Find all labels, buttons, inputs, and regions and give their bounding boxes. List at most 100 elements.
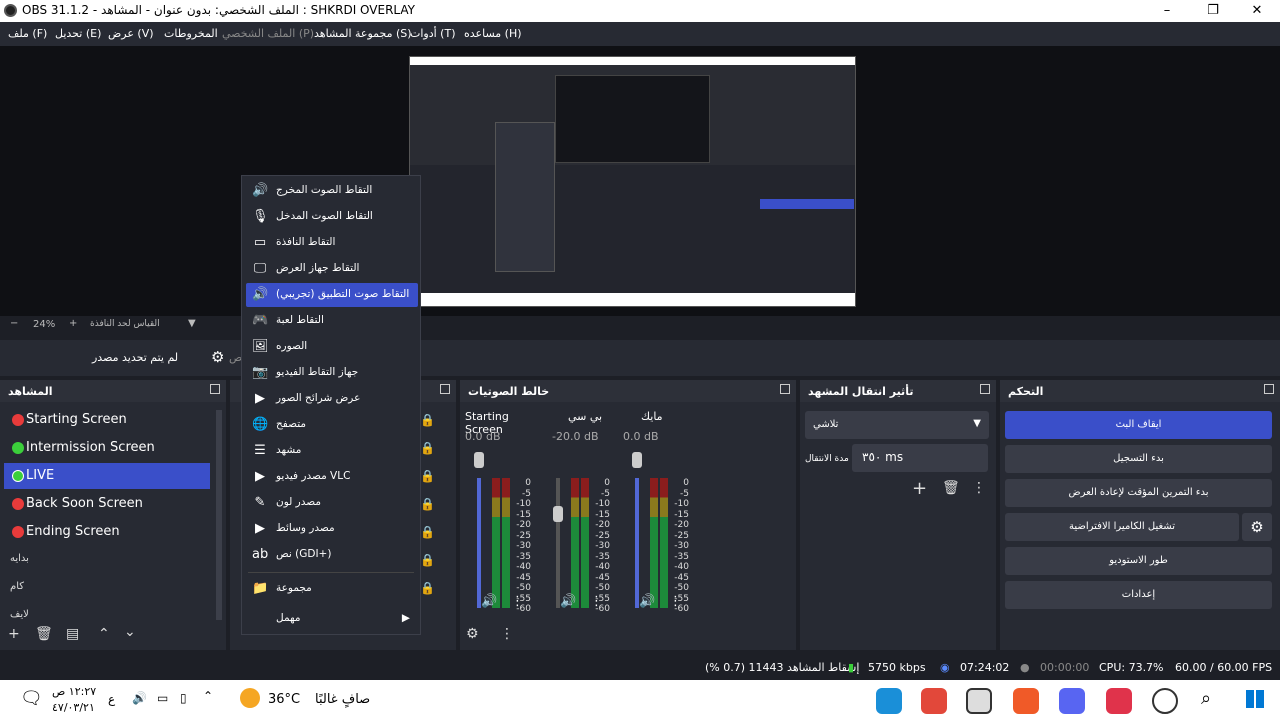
gear-icon[interactable]: ⚙ xyxy=(211,348,224,366)
menu-scene[interactable]: ☰ مشهد xyxy=(246,439,418,463)
volume-slider[interactable] xyxy=(635,478,639,608)
weather-icon[interactable] xyxy=(240,688,260,708)
zoom-in-button[interactable]: + xyxy=(69,318,77,329)
scene-item-selected[interactable]: LIVE xyxy=(4,463,210,489)
scene-item[interactable]: لايف xyxy=(10,609,29,620)
lock-icon[interactable]: 🔒 xyxy=(420,581,435,595)
menu-audio-output[interactable]: 🔊 التقاط الصوت المخرج xyxy=(246,179,418,203)
menu-file[interactable]: ملف (F) xyxy=(8,27,47,40)
volume-knob[interactable] xyxy=(474,452,484,468)
chrome-icon[interactable] xyxy=(921,688,947,714)
transition-select[interactable]: تلاشي ▼ xyxy=(805,411,989,439)
zoom-fit-label[interactable]: القياس لحد النافذة xyxy=(90,319,160,329)
scrollbar[interactable] xyxy=(216,410,222,620)
replay-buffer-button[interactable]: بدء التمرين المؤقت لإعادة العرض xyxy=(1005,479,1272,507)
discord-icon[interactable] xyxy=(1059,688,1085,714)
language-indicator[interactable]: ع xyxy=(108,692,115,706)
clock-date[interactable]: ٤٧/٠٣/٢١ xyxy=(52,701,95,714)
settings-button[interactable]: إعدادات xyxy=(1005,581,1272,609)
lock-icon[interactable]: 🔒 xyxy=(420,525,435,539)
scene-item[interactable]: كام xyxy=(10,581,24,592)
lock-icon[interactable]: 🔒 xyxy=(420,469,435,483)
menu-group[interactable]: 📁 مجموعة xyxy=(246,577,418,601)
menu-edit[interactable]: تحديل (E) xyxy=(55,27,101,40)
zoom-out-button[interactable]: − xyxy=(10,318,18,329)
chevron-up-icon[interactable]: ⌃ xyxy=(98,626,110,642)
popout-icon[interactable] xyxy=(440,384,450,394)
volume-slider[interactable] xyxy=(477,478,481,608)
scene-item[interactable]: Intermission Screen xyxy=(4,435,210,461)
minimize-button[interactable]: – xyxy=(1144,0,1190,22)
windows-start-icon[interactable] xyxy=(1246,690,1264,708)
menu-docks[interactable]: المخروطات xyxy=(164,27,218,40)
close-button[interactable]: ✕ xyxy=(1234,0,1280,22)
add-scene-button[interactable]: + xyxy=(8,626,20,642)
more-icon[interactable]: ⋮ xyxy=(972,480,986,496)
scene-item[interactable]: بدايه xyxy=(10,553,29,564)
add-transition-button[interactable]: + xyxy=(912,478,927,499)
start-recording-button[interactable]: بدء التسجيل xyxy=(1005,445,1272,473)
scene-item[interactable]: Starting Screen xyxy=(4,407,210,433)
volume-knob[interactable] xyxy=(553,506,563,522)
menu-text-gdi[interactable]: ab نص (GDI+) xyxy=(246,543,418,567)
settings-icon[interactable] xyxy=(1152,688,1178,714)
popout-icon[interactable] xyxy=(210,384,220,394)
volume-icon[interactable]: 🔊 xyxy=(132,691,147,705)
weather-text[interactable]: صافٍ غالبًا xyxy=(315,692,370,707)
edge-icon[interactable] xyxy=(876,688,902,714)
stop-streaming-button[interactable]: ايقاف البث xyxy=(1005,411,1272,439)
app-icon[interactable] xyxy=(1106,688,1132,714)
duration-spinbox[interactable]: ٣٥٠ ms xyxy=(852,444,988,472)
virtual-camera-button[interactable]: تشغيل الكاميرا الافتراضية xyxy=(1005,513,1239,541)
zoom-dropdown-icon[interactable]: ▼ xyxy=(188,318,196,329)
popout-icon[interactable] xyxy=(980,384,990,394)
menu-game-capture[interactable]: 🎮 التقاط لعبة xyxy=(246,309,418,333)
menu-deprecated[interactable]: مهمل ▶ xyxy=(246,607,418,631)
speaker-icon[interactable]: 🔊 xyxy=(560,594,576,609)
gear-icon[interactable]: ⚙ xyxy=(1242,513,1272,541)
menu-tools[interactable]: أدوات (T) xyxy=(410,27,456,40)
menu-color-source[interactable]: ✎ مصدر لون xyxy=(246,491,418,515)
search-icon[interactable]: ⌕ xyxy=(1201,688,1211,709)
weather-temp[interactable]: 36°C xyxy=(268,692,300,707)
more-icon[interactable]: ⋮ xyxy=(500,626,514,642)
scene-item[interactable]: Back Soon Screen xyxy=(4,491,210,517)
menu-browser[interactable]: 🌐 متصفح xyxy=(246,413,418,437)
menu-view[interactable]: عرض (V) xyxy=(108,27,154,40)
trash-icon[interactable]: 🗑 xyxy=(35,626,53,642)
menu-window-capture[interactable]: ▭ التقاط النافذة xyxy=(246,231,418,255)
brave-icon[interactable] xyxy=(1013,688,1039,714)
more-icon[interactable]: ⋮ xyxy=(590,594,603,609)
clock-time[interactable]: ١٢:٢٧ ص xyxy=(52,685,96,698)
volume-slider[interactable] xyxy=(556,478,560,608)
lock-icon[interactable]: 🔒 xyxy=(420,497,435,511)
lock-icon[interactable]: 🔒 xyxy=(420,553,435,567)
menu-video-capture[interactable]: 📷 جهاز التقاط الفيديو xyxy=(246,361,418,385)
more-icon[interactable]: ⋮ xyxy=(511,594,524,609)
speaker-icon[interactable]: 🔊 xyxy=(481,594,497,609)
scene-item[interactable]: Ending Screen xyxy=(4,519,210,545)
network-icon[interactable]: ▭ xyxy=(157,691,168,705)
battery-icon[interactable]: ▯ xyxy=(180,691,187,705)
lock-icon[interactable]: 🔒 xyxy=(420,441,435,455)
menu-scene-collection[interactable]: مجموعة المشاهد (S) xyxy=(314,27,412,40)
popout-icon[interactable] xyxy=(780,384,790,394)
maximize-button[interactable]: ❐ xyxy=(1190,0,1236,22)
obs-icon[interactable] xyxy=(966,688,992,714)
lock-icon[interactable]: 🔒 xyxy=(420,413,435,427)
menu-display-capture[interactable]: 🖵 التقاط جهاز العرض xyxy=(246,257,418,281)
menu-media-source[interactable]: ▶ مصدر وسائط xyxy=(246,517,418,541)
studio-mode-button[interactable]: طور الاستوديو xyxy=(1005,547,1272,575)
chevron-up-icon[interactable]: ⌃ xyxy=(203,689,213,703)
popout-icon[interactable] xyxy=(1264,384,1274,394)
menu-image[interactable]: 🖼 الصوره xyxy=(246,335,418,359)
speaker-icon[interactable]: 🔊 xyxy=(639,594,655,609)
filter-icon[interactable]: ▤ xyxy=(66,626,79,642)
more-icon[interactable]: ⋮ xyxy=(669,594,682,609)
chevron-down-icon[interactable]: ⌄ xyxy=(124,624,136,640)
volume-knob[interactable] xyxy=(632,452,642,468)
gear-icon[interactable]: ⚙ xyxy=(466,626,479,642)
menu-vlc-source[interactable]: ▶ مصدر فيديو VLC xyxy=(246,465,418,489)
menu-slideshow[interactable]: ▶ عرض شرائح الصور xyxy=(246,387,418,411)
trash-icon[interactable]: 🗑 xyxy=(942,480,960,496)
